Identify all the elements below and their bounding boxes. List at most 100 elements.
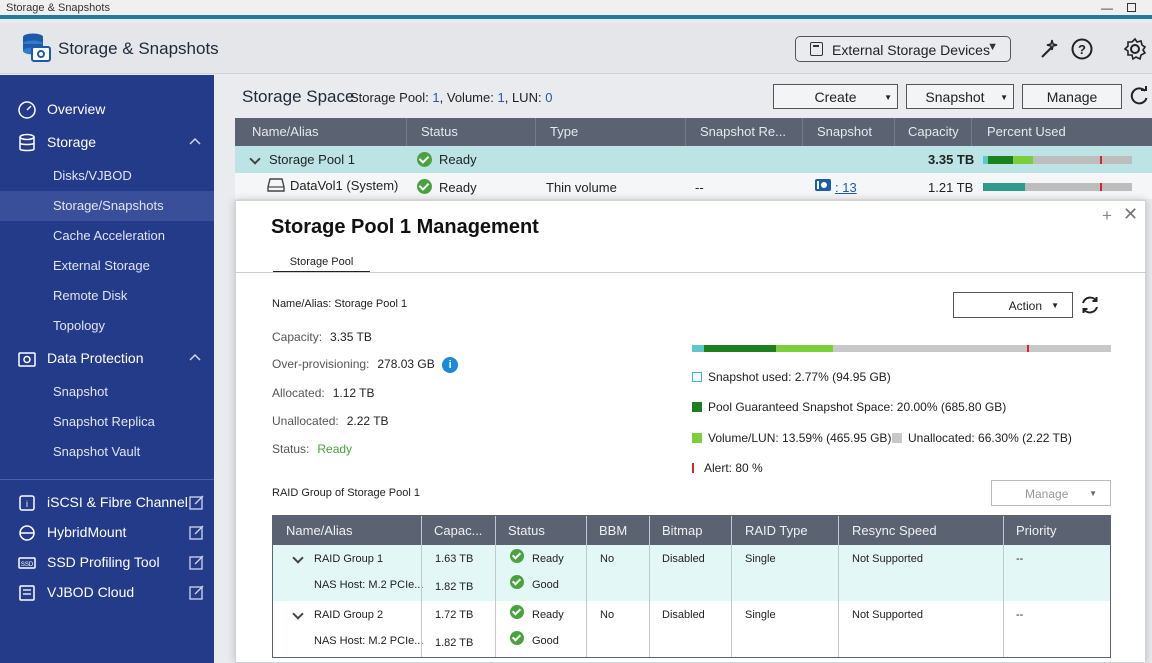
bar-alert-marker (1027, 345, 1029, 352)
sidebar-item-topology[interactable]: Topology (0, 311, 214, 341)
chevron-up-icon[interactable] (188, 135, 202, 149)
column-header-status[interactable]: Status (508, 523, 545, 538)
pool-name-alias: Name/Alias: Storage Pool 1 (272, 298, 408, 310)
external-storage-devices-button[interactable]: External Storage Devices ▼ (795, 36, 1011, 62)
column-header-name[interactable]: Name/Alias (286, 523, 352, 538)
legend-swatch (692, 433, 702, 443)
sidebar-item-ssd-profiling-tool[interactable]: SSD SSD Profiling Tool (0, 548, 214, 578)
unallocated-value: 2.22 TB (346, 414, 389, 428)
action-button[interactable]: Action ▼ (953, 292, 1073, 318)
column-header-snapshot[interactable]: Snapshot (817, 124, 872, 139)
sidebar-item-snapshot[interactable]: Snapshot (0, 377, 214, 407)
legend-guaranteed: Pool Guaranteed Snapshot Space: 20.00% (… (692, 400, 1006, 414)
window-title: Storage & Snapshots (6, 2, 110, 14)
table-row-raid-group-1[interactable]: RAID Group 1 1.63 TB Ready No Disabled S… (273, 545, 1110, 601)
sidebar-item-snapshot-replica[interactable]: Snapshot Replica (0, 407, 214, 437)
sidebar-item-iscsi-fibre-channel[interactable]: i iSCSI & Fibre Channel (0, 488, 214, 518)
table-row-storage-pool[interactable]: Storage Pool 1 Ready 3.35 TB (235, 146, 1152, 173)
chevron-down-icon[interactable] (292, 552, 304, 565)
sidebar-item-remote-disk[interactable]: Remote Disk (0, 281, 214, 311)
info-icon[interactable]: i (442, 357, 459, 373)
disk-status: Good (532, 579, 559, 591)
pool-status: Ready (439, 152, 477, 167)
bar-segment-guaranteed (704, 345, 776, 352)
expand-icon[interactable]: + (1102, 206, 1112, 226)
action-label: Action (1008, 299, 1042, 313)
sidebar-item-label: Storage (47, 134, 97, 150)
legend-label: Unallocated: 66.30% (2.22 TB) (908, 431, 1072, 445)
table-row-volume[interactable]: DataVol1 (System) Ready Thin volume -- :… (235, 173, 1152, 199)
sidebar-item-hybridmount[interactable]: HybridMount (0, 518, 214, 548)
maximize-button[interactable] (1124, 1, 1138, 15)
column-header-priority[interactable]: Priority (1016, 523, 1056, 538)
legend-swatch (692, 372, 702, 382)
snapshot-label: Snapshot (925, 89, 985, 105)
raid-group-capacity: 1.72 TB (435, 609, 474, 621)
column-header-type[interactable]: Type (550, 124, 578, 139)
disk-capacity: 1.82 TB (435, 637, 474, 649)
volume-capacity: 1.21 TB (928, 180, 974, 195)
sidebar-item-external-storage[interactable]: External Storage (0, 251, 214, 281)
column-header-capacity[interactable]: Capac... (434, 523, 482, 538)
external-link-icon (189, 525, 204, 540)
raid-group-name: RAID Group 2 (314, 609, 384, 621)
legend-swatch (892, 433, 902, 443)
raid-group-table: Name/Alias Capac... Status BBM Bitmap RA… (272, 515, 1111, 658)
sidebar-item-disks-vjbod[interactable]: Disks/VJBOD (0, 161, 214, 191)
svg-text:i: i (26, 499, 28, 509)
raid-manage-button[interactable]: Manage ▼ (991, 480, 1111, 506)
tab-storage-pool[interactable]: Storage Pool (273, 253, 370, 273)
sidebar-item-overview[interactable]: Overview (0, 95, 214, 125)
manage-button[interactable]: Manage (1022, 84, 1122, 109)
window-titlebar: Storage & Snapshots — (0, 0, 1152, 19)
svg-text:SSD: SSD (21, 562, 34, 568)
storage-table-header: Name/Alias Status Type Snapshot Re... Sn… (235, 118, 1152, 146)
refresh-icon[interactable] (1128, 85, 1150, 107)
chevron-down-icon[interactable] (249, 153, 261, 169)
minimize-button[interactable]: — (1100, 1, 1114, 15)
help-icon[interactable]: ? (1070, 37, 1094, 61)
column-header-raid-type[interactable]: RAID Type (745, 523, 808, 538)
table-row-raid-group-2[interactable]: RAID Group 2 1.72 TB Ready No Disabled S… (273, 601, 1110, 657)
create-button[interactable]: Create ▼ (773, 84, 898, 109)
raid-group-bbm: No (600, 609, 615, 621)
legend-swatch (692, 463, 694, 473)
sidebar-item-vjbod-cloud[interactable]: VJBOD Cloud (0, 578, 214, 608)
sidebar-item-storage[interactable]: Storage (0, 128, 214, 158)
status-field: Status: Ready (272, 442, 352, 456)
column-header-status[interactable]: Status (421, 124, 458, 139)
caret-down-icon: ▼ (1051, 301, 1059, 310)
sidebar-item-data-protection[interactable]: Data Protection (0, 344, 214, 374)
column-header-percent-used[interactable]: Percent Used (987, 124, 1066, 139)
sidebar-item-label: SSD Profiling Tool (47, 554, 160, 570)
chevron-down-icon[interactable] (292, 608, 304, 621)
sidebar-item-snapshot-vault[interactable]: Snapshot Vault (0, 437, 214, 467)
snapshot-button[interactable]: Snapshot ▼ (906, 84, 1014, 109)
settings-gear-icon[interactable] (1123, 37, 1147, 61)
column-header-snapshot-replica[interactable]: Snapshot Re... (700, 124, 786, 139)
capacity-field: Capacity: 3.35 TB (272, 330, 372, 344)
column-header-capacity[interactable]: Capacity (908, 124, 959, 139)
status-ok-icon (417, 151, 432, 168)
sidebar-divider (0, 479, 214, 480)
column-header-bbm[interactable]: BBM (599, 523, 627, 538)
volume-disk-icon (267, 177, 285, 196)
volume-snapshot-count-link[interactable]: : 13 (835, 180, 857, 195)
chevron-up-icon[interactable] (188, 351, 202, 365)
column-header-name[interactable]: Name/Alias (252, 124, 318, 139)
pool-usage-bar (692, 345, 1111, 352)
external-storage-label: External Storage Devices (832, 42, 990, 58)
manage-label: Manage (1025, 487, 1069, 501)
status-ok-icon (510, 575, 524, 589)
sidebar-item-storage-snapshots[interactable]: Storage/Snapshots (0, 191, 214, 221)
column-header-resync-speed[interactable]: Resync Speed (852, 523, 937, 538)
sidebar-item-cache-acceleration[interactable]: Cache Acceleration (0, 221, 214, 251)
magic-wand-icon[interactable] (1037, 37, 1061, 61)
summary-lun-label: LUN: (511, 90, 542, 105)
summary-lun-count: 0 (545, 90, 553, 105)
close-icon[interactable]: ✕ (1123, 204, 1138, 225)
allocated-field: Allocated: 1.12 TB (272, 386, 375, 400)
refresh-icon[interactable] (1079, 294, 1101, 316)
column-header-bitmap[interactable]: Bitmap (662, 523, 702, 538)
status-ok-icon (510, 549, 524, 563)
